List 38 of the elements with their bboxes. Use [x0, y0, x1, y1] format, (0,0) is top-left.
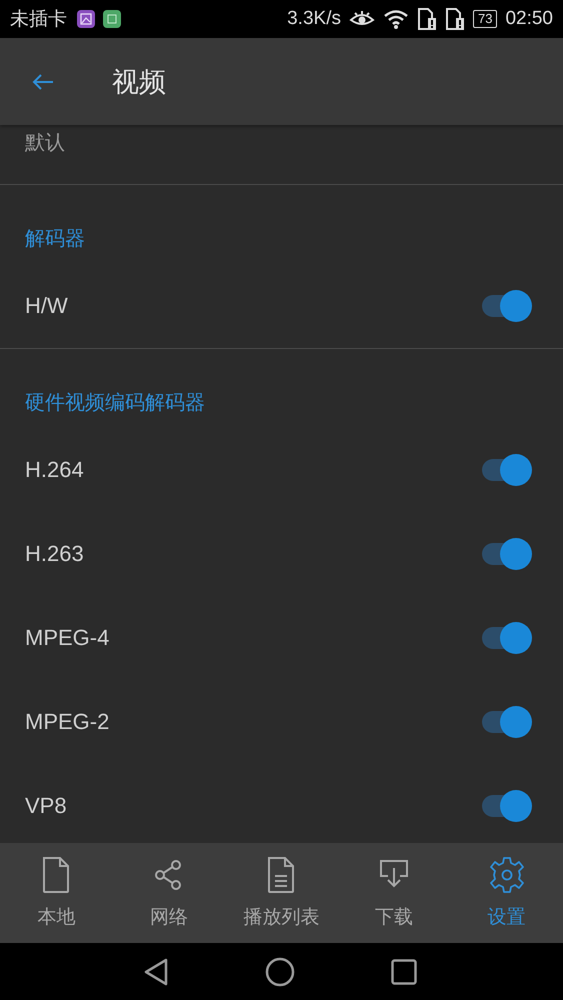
document-icon: [266, 856, 296, 894]
sim-icon: [444, 8, 465, 30]
sim-icon: [416, 8, 437, 30]
toggle-switch[interactable]: [480, 290, 532, 322]
toggle-switch[interactable]: [480, 790, 532, 822]
back-icon[interactable]: [143, 958, 169, 986]
eye-icon: [348, 10, 375, 28]
nav-tab[interactable]: 网络: [112, 843, 226, 943]
setting-label: VP8: [25, 793, 67, 819]
battery-indicator: 73: [472, 10, 498, 28]
back-button[interactable]: [31, 72, 55, 92]
nav-tab[interactable]: 本地: [0, 843, 113, 943]
wifi-icon: [382, 9, 409, 29]
toggle-switch[interactable]: [480, 538, 532, 570]
setting-label: H/W: [25, 293, 68, 319]
toggle-switch[interactable]: [480, 454, 532, 486]
screen-title: 视频: [112, 66, 166, 100]
home-icon[interactable]: [265, 956, 295, 986]
nav-tab[interactable]: 设置: [450, 843, 563, 943]
section-header: 解码器: [25, 226, 85, 250]
network-speed: 3.3K/s: [287, 8, 341, 30]
app-icon: [103, 10, 121, 28]
recents-icon[interactable]: [391, 958, 417, 984]
setting-value: 默认: [25, 129, 65, 156]
file-icon: [41, 856, 72, 894]
clock: 02:50: [505, 8, 553, 30]
setting-label: MPEG-2: [25, 709, 110, 735]
nav-tab[interactable]: 播放列表: [225, 843, 338, 943]
setting-label: H.264: [25, 457, 84, 483]
toggle-switch[interactable]: [480, 706, 532, 738]
nav-tab[interactable]: 下载: [338, 843, 450, 943]
setting-label: H.263: [25, 541, 84, 567]
setting-label: MPEG-4: [25, 625, 110, 651]
carrier-text: 未插卡: [10, 8, 67, 32]
section-header: 硬件视频编码解码器: [25, 390, 205, 414]
settings-icon: [488, 856, 526, 894]
gallery-icon: [77, 10, 95, 28]
toggle-switch[interactable]: [480, 622, 532, 654]
